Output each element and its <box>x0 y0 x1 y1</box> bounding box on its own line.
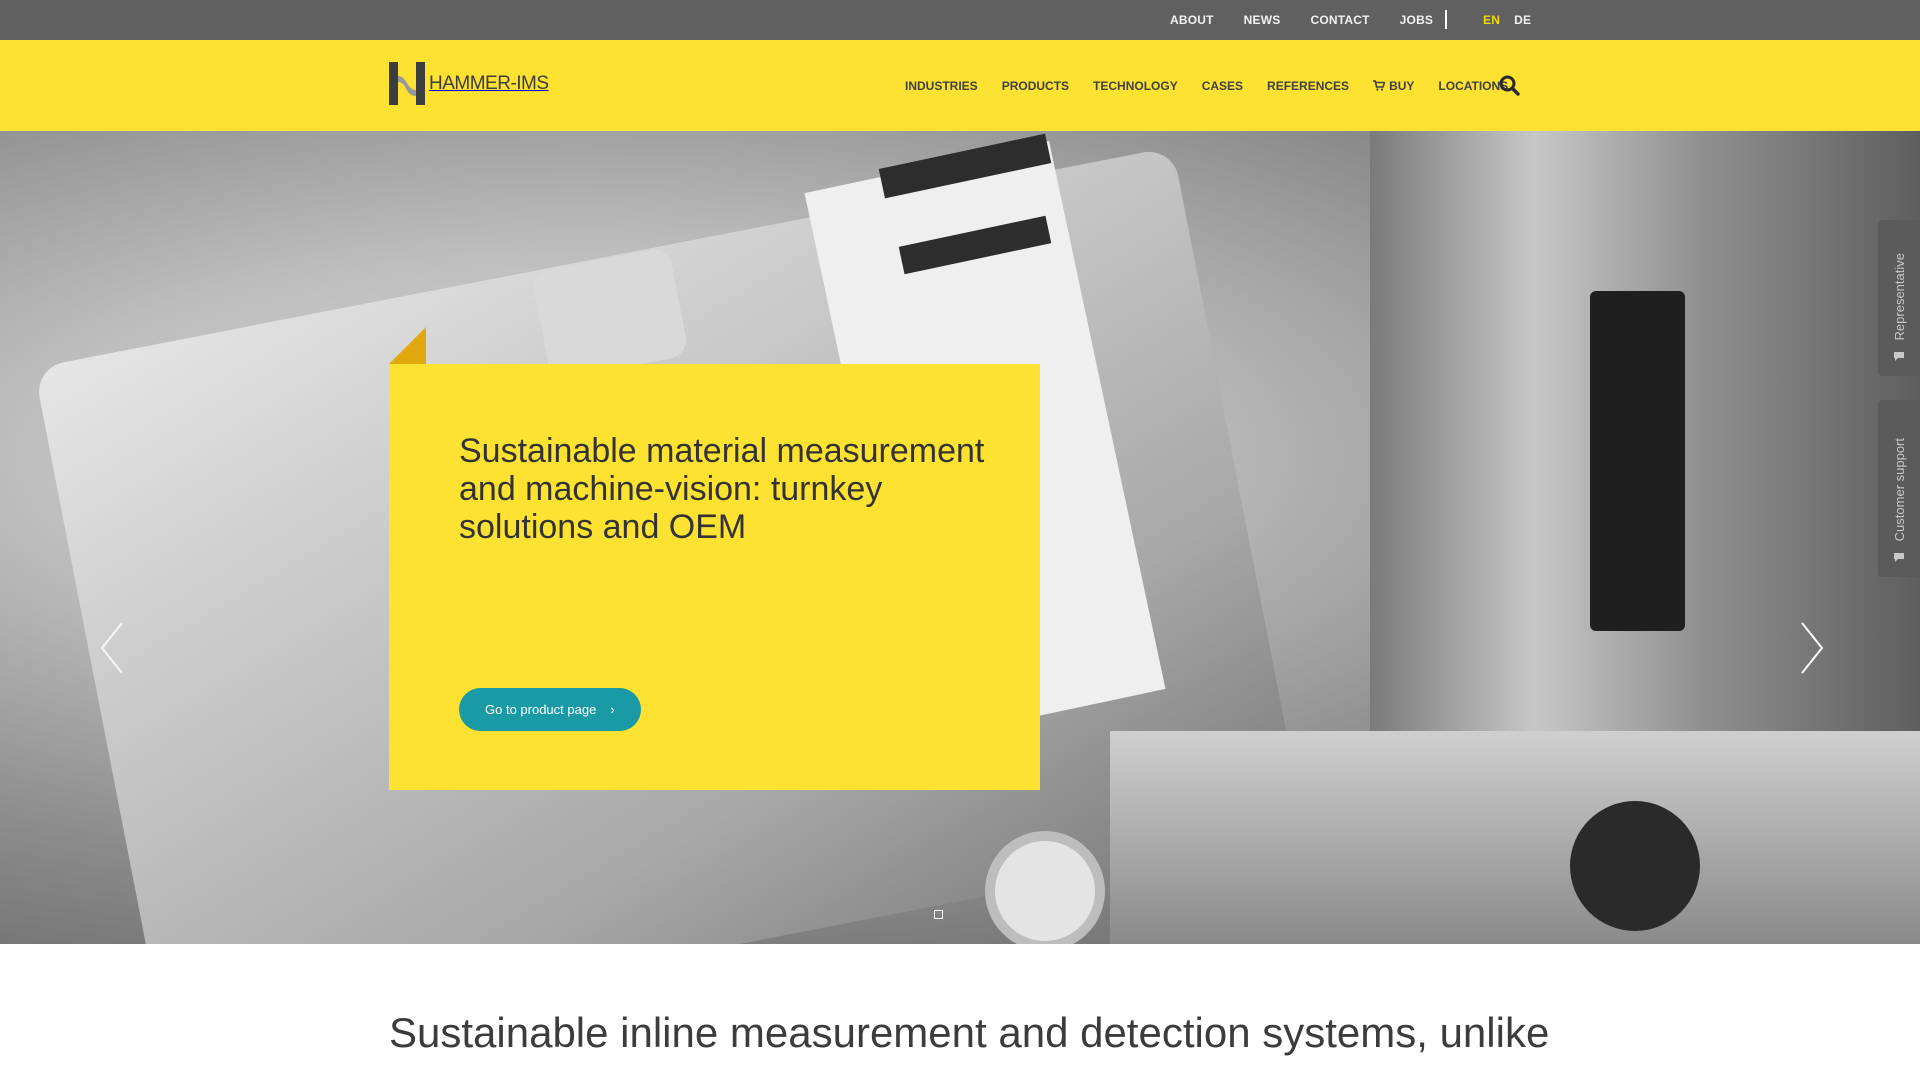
chat-icon <box>1894 352 1904 361</box>
main-header: HAMMER-IMS INDUSTRIES PRODUCTS TECHNOLOG… <box>0 40 1920 131</box>
search-icon[interactable] <box>1497 73 1523 99</box>
representative-tab-label: Representative <box>1891 252 1907 340</box>
language-en[interactable]: EN <box>1483 13 1500 27</box>
nav-cases[interactable]: CASES <box>1202 79 1243 93</box>
top-link-about[interactable]: ABOUT <box>1170 13 1214 27</box>
nav-products[interactable]: PRODUCTS <box>1002 79 1069 93</box>
top-link-contact[interactable]: CONTACT <box>1310 13 1369 27</box>
top-bar: ABOUT NEWS CONTACT JOBS EN DE <box>0 0 1920 40</box>
logo-mark-icon <box>389 62 425 105</box>
language-switcher: EN DE <box>1483 0 1545 40</box>
language-de[interactable]: DE <box>1514 13 1531 27</box>
nav-buy-label: BUY <box>1389 78 1415 93</box>
go-to-product-page-button[interactable]: Go to product page › <box>459 688 641 731</box>
top-link-news[interactable]: NEWS <box>1244 13 1281 27</box>
customer-support-tab-label: Customer support <box>1891 437 1907 541</box>
top-link-jobs[interactable]: JOBS <box>1400 13 1433 27</box>
hero-card: Sustainable material measurement and mac… <box>389 364 1040 790</box>
nav-technology[interactable]: TECHNOLOGY <box>1093 79 1178 93</box>
cart-icon <box>1373 80 1386 91</box>
nav-buy[interactable]: BUY <box>1373 79 1414 93</box>
top-links: ABOUT NEWS CONTACT JOBS <box>1170 0 1433 40</box>
logo[interactable]: HAMMER-IMS <box>389 62 549 105</box>
hero-photo-knob <box>1570 801 1700 931</box>
hero-title: Sustainable material measurement and mac… <box>459 432 985 546</box>
hero-photo-device <box>1590 291 1685 631</box>
logo-text: HAMMER-IMS <box>429 72 549 94</box>
representative-tab[interactable]: Representative <box>1878 220 1920 376</box>
hero-photo-socket <box>985 831 1105 944</box>
intro-heading: Sustainable inline measurement and detec… <box>389 1009 1550 1056</box>
nav-references[interactable]: REFERENCES <box>1267 79 1349 93</box>
slider-dot[interactable] <box>934 910 943 919</box>
cta-label: Go to product page <box>485 702 597 717</box>
hero-card-fold <box>389 327 426 364</box>
chevron-left-icon[interactable] <box>100 621 124 675</box>
main-nav: INDUSTRIES PRODUCTS TECHNOLOGY CASES REF… <box>905 40 1508 131</box>
hero-photo-rail <box>1110 731 1920 944</box>
chevron-right-icon[interactable] <box>1800 621 1824 675</box>
top-separator <box>1445 10 1447 29</box>
chevron-right-icon: › <box>610 702 615 717</box>
nav-industries[interactable]: INDUSTRIES <box>905 79 978 93</box>
chat-icon <box>1894 553 1904 562</box>
customer-support-tab[interactable]: Customer support <box>1878 400 1920 577</box>
